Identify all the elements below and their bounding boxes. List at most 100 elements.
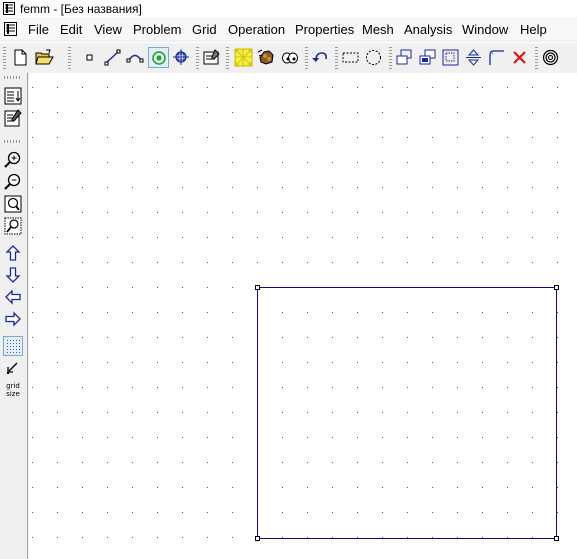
toolbar-grip[interactable] <box>68 47 71 69</box>
main-toolbar <box>0 42 577 74</box>
move-icon <box>396 49 412 65</box>
menu-file[interactable]: File <box>28 22 49 37</box>
pan-up-button[interactable] <box>3 243 23 263</box>
copy-icon <box>419 49 436 65</box>
menu-window[interactable]: Window <box>462 22 508 37</box>
scale-objects-button[interactable] <box>440 47 461 68</box>
operate-on-segments-button[interactable] <box>102 47 123 68</box>
scale-icon <box>442 49 459 66</box>
menu-help[interactable]: Help <box>520 22 547 37</box>
menu-properties[interactable]: Properties <box>295 22 354 37</box>
toolbar-grip[interactable] <box>196 47 199 69</box>
zoom-in-button[interactable] <box>3 150 23 170</box>
delete-icon <box>513 51 526 64</box>
snap-grid-icon <box>7 362 18 374</box>
create-open-boundary-button[interactable] <box>540 47 561 68</box>
create-fillet-button[interactable] <box>486 47 507 68</box>
run-analysis-button[interactable] <box>256 47 277 68</box>
toolbar-grip[interactable] <box>389 47 392 69</box>
open-folder-icon <box>35 49 54 65</box>
mesh-icon <box>234 48 253 67</box>
toolbar-grip[interactable] <box>535 47 538 69</box>
menu-operation[interactable]: Operation <box>228 22 285 37</box>
open-document-button[interactable] <box>34 47 55 68</box>
operate-on-nodes-button[interactable] <box>79 47 100 68</box>
document-icon[interactable] <box>4 22 17 36</box>
arc-icon <box>126 54 144 63</box>
zoom-natural-button[interactable] <box>3 194 23 214</box>
arrow-right-icon <box>5 311 21 327</box>
zoom-window-button[interactable] <box>3 216 23 236</box>
zoom-in-icon <box>4 151 21 168</box>
grid-dots <box>32 87 558 538</box>
menu-bar: File Edit View Problem Grid Operation Pr… <box>0 19 577 40</box>
zoom-natural-icon <box>4 195 22 213</box>
geometry-node[interactable] <box>255 536 260 541</box>
menu-grid[interactable]: Grid <box>192 22 217 37</box>
toolbar-grip[interactable] <box>335 47 338 69</box>
show-block-names-button[interactable] <box>3 86 23 106</box>
title-bar: femm - [Без названия] <box>0 0 577 18</box>
arrow-down-icon <box>5 267 21 283</box>
geometry-node[interactable] <box>255 285 260 290</box>
menu-view[interactable]: View <box>94 22 122 37</box>
new-document-button[interactable] <box>10 47 31 68</box>
select-circle-icon <box>366 50 381 65</box>
pan-right-button[interactable] <box>3 309 23 329</box>
arrow-up-icon <box>5 245 21 261</box>
select-rectangle-icon <box>342 52 359 63</box>
fillet-icon <box>489 50 504 65</box>
show-names-icon <box>4 87 22 105</box>
grid-size-icon: grid size <box>3 382 23 398</box>
move-objects-button[interactable] <box>394 47 415 68</box>
properties-icon <box>203 49 220 65</box>
undo-button[interactable] <box>310 47 331 68</box>
operate-on-block-labels-button[interactable] <box>148 47 169 68</box>
toolbar-grip[interactable] <box>4 140 22 143</box>
view-results-button[interactable] <box>279 47 300 68</box>
zoom-out-button[interactable] <box>3 172 23 192</box>
notes-icon <box>4 109 22 127</box>
zoom-out-icon <box>4 173 21 190</box>
set-grid-size-button[interactable]: grid size <box>3 380 23 400</box>
segment-icon <box>104 49 121 66</box>
copy-objects-button[interactable] <box>417 47 438 68</box>
create-mesh-button[interactable] <box>233 47 254 68</box>
operate-on-groups-button[interactable] <box>171 47 192 68</box>
operate-on-arcs-button[interactable] <box>125 47 146 68</box>
delete-objects-button[interactable] <box>509 47 530 68</box>
open-boundary-icon <box>542 49 559 66</box>
edit-notes-button[interactable] <box>3 108 23 128</box>
new-file-icon <box>14 49 27 66</box>
select-window-button[interactable] <box>340 47 361 68</box>
show-grid-button[interactable] <box>3 336 23 356</box>
toolbar-grip[interactable] <box>3 47 6 69</box>
mirror-icon <box>466 49 481 66</box>
undo-icon <box>312 52 327 62</box>
mirror-objects-button[interactable] <box>463 47 484 68</box>
edit-properties-button[interactable] <box>201 47 222 68</box>
toolbar-grip[interactable] <box>305 47 308 69</box>
menu-problem[interactable]: Problem <box>133 22 181 37</box>
menu-edit[interactable]: Edit <box>60 22 82 37</box>
toolbar-grip[interactable] <box>4 76 22 79</box>
pan-down-button[interactable] <box>3 265 23 285</box>
window-title: femm - [Без названия] <box>20 2 142 16</box>
menu-analysis[interactable]: Analysis <box>404 22 452 37</box>
view-results-icon <box>282 52 298 64</box>
arrow-left-icon <box>5 289 21 305</box>
menu-mesh[interactable]: Mesh <box>362 22 394 37</box>
group-icon <box>173 49 189 65</box>
zoom-window-icon <box>4 217 22 235</box>
view-toolbar: grid size <box>0 73 28 559</box>
select-circle-button[interactable] <box>363 47 384 68</box>
block-label-icon <box>152 51 166 65</box>
snap-to-grid-button[interactable] <box>3 358 23 378</box>
geometry-node[interactable] <box>554 536 559 541</box>
drawing-canvas[interactable] <box>29 73 577 559</box>
geometry-view[interactable] <box>29 73 577 559</box>
toolbar-grip[interactable] <box>226 47 229 69</box>
geometry-node[interactable] <box>554 285 559 290</box>
pan-left-button[interactable] <box>3 287 23 307</box>
femm-app-icon[interactable] <box>3 2 15 15</box>
